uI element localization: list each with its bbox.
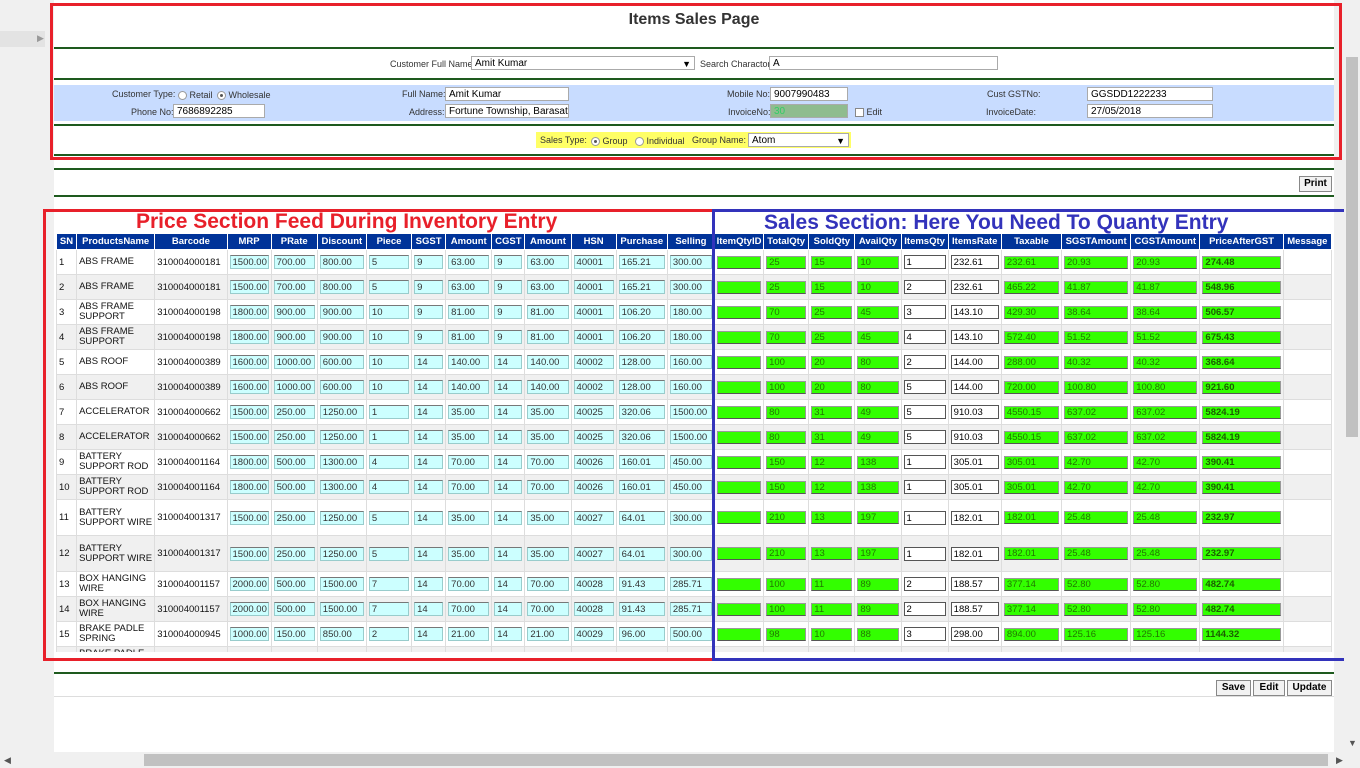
expand-arrow-icon[interactable]: ▶ bbox=[37, 33, 44, 44]
price-section-label: Price Section Feed During Inventory Entr… bbox=[136, 210, 558, 233]
edit-button[interactable]: Edit bbox=[1253, 680, 1285, 696]
scroll-left-arrow-icon[interactable]: ◀ bbox=[4, 755, 11, 766]
divider bbox=[54, 672, 1334, 674]
print-button[interactable]: Print bbox=[1299, 176, 1332, 192]
scroll-down-arrow-icon[interactable]: ▼ bbox=[1348, 738, 1357, 748]
horizontal-scroll-thumb[interactable] bbox=[144, 754, 1328, 766]
divider bbox=[54, 696, 1334, 697]
update-button[interactable]: Update bbox=[1287, 680, 1332, 696]
header-highlight-box bbox=[50, 3, 1342, 160]
sales-section-box bbox=[712, 209, 1356, 661]
divider bbox=[54, 168, 1334, 170]
scroll-right-arrow-icon[interactable]: ▶ bbox=[1336, 755, 1343, 766]
price-section-box bbox=[43, 209, 715, 661]
left-panel bbox=[0, 0, 45, 752]
sales-section-label: Sales Section: Here You Need To Quanty E… bbox=[764, 211, 1229, 234]
save-button[interactable]: Save bbox=[1216, 680, 1251, 696]
divider bbox=[54, 195, 1334, 197]
vertical-scroll-thumb[interactable] bbox=[1346, 57, 1358, 437]
